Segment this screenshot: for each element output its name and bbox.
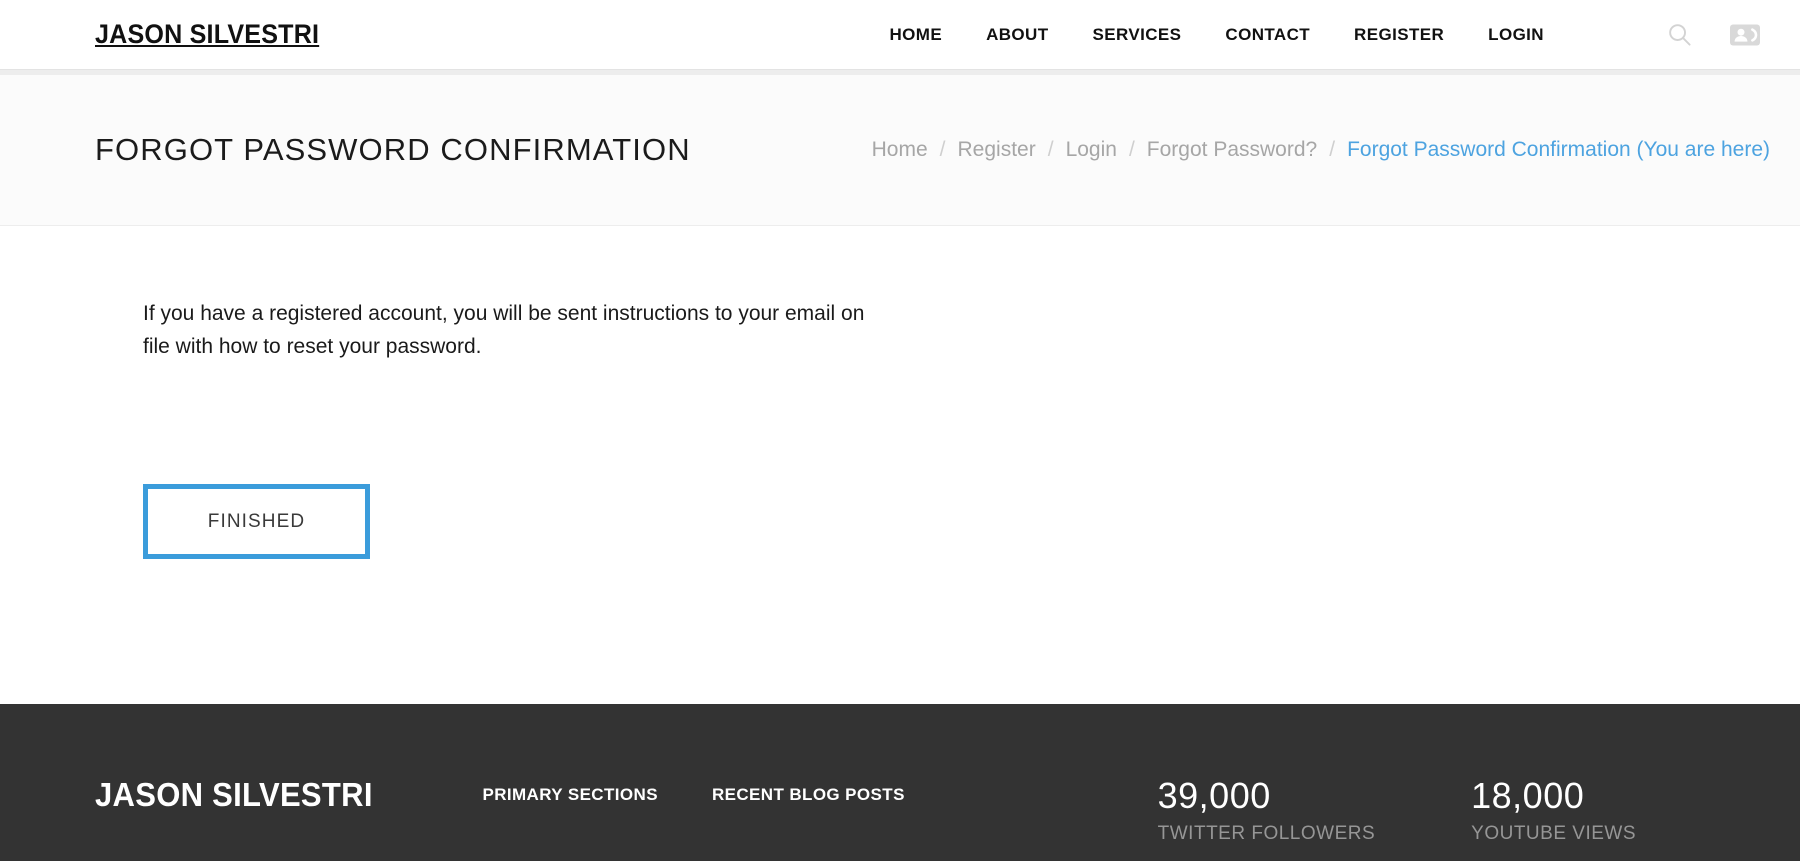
stat-twitter-followers: 39,000 TWITTER FOLLOWERS <box>1158 778 1376 845</box>
breadcrumb: Home / Register / Login / Forgot Passwor… <box>872 138 1770 162</box>
nav-item-about[interactable]: ABOUT <box>986 25 1048 45</box>
nav-item-services[interactable]: SERVICES <box>1093 25 1182 45</box>
footer-content: JASON SILVESTRI PRIMARY SECTIONS RECENT … <box>95 778 1760 845</box>
breadcrumb-separator: / <box>1329 138 1336 161</box>
primary-navigation: HOME ABOUT SERVICES CONTACT REGISTER LOG… <box>889 20 1760 50</box>
stat-value: 18,000 <box>1471 775 1585 816</box>
breadcrumb-separator: / <box>1047 138 1054 161</box>
nav-item-contact[interactable]: CONTACT <box>1225 25 1310 45</box>
stat-label: TWITTER FOLLOWERS <box>1157 823 1376 844</box>
site-footer: JASON SILVESTRI PRIMARY SECTIONS RECENT … <box>0 704 1800 861</box>
search-icon[interactable] <box>1664 20 1694 50</box>
breadcrumb-item-register[interactable]: Register <box>958 138 1036 162</box>
footer-heading-recent-blog-posts: RECENT BLOG POSTS <box>711 785 905 804</box>
site-logo[interactable]: JASON SILVESTRI <box>95 19 319 50</box>
confirmation-message: If you have a registered account, you wi… <box>143 302 865 358</box>
footer-stats: 39,000 TWITTER FOLLOWERS 18,000 YOUTUBE … <box>1158 778 1760 845</box>
breadcrumb-item-current: Forgot Password Confirmation (You are he… <box>1347 138 1770 161</box>
breadcrumb-item-login[interactable]: Login <box>1066 138 1117 162</box>
breadcrumb-separator: / <box>939 138 946 161</box>
breadcrumb-separator: / <box>1128 138 1135 161</box>
nav-item-register[interactable]: REGISTER <box>1354 25 1444 45</box>
stat-value: 39,000 <box>1157 775 1271 816</box>
breadcrumb-item-home[interactable]: Home <box>872 138 928 162</box>
page-title-bar: FORGOT PASSWORD CONFIRMATION Home / Regi… <box>0 75 1800 226</box>
breadcrumb-item-forgot-password[interactable]: Forgot Password? <box>1147 138 1317 162</box>
nav-item-home[interactable]: HOME <box>889 25 942 45</box>
main-content: If you have a registered account, you wi… <box>0 226 1800 704</box>
page-title: FORGOT PASSWORD CONFIRMATION <box>95 132 691 167</box>
header-icon-group <box>1664 20 1760 50</box>
finished-button[interactable]: FINISHED <box>143 484 370 560</box>
stat-label: YOUTUBE VIEWS <box>1471 823 1636 844</box>
footer-heading-primary-sections: PRIMARY SECTIONS <box>482 785 658 804</box>
footer-logo: JASON SILVESTRI <box>95 776 373 813</box>
nav-item-login[interactable]: LOGIN <box>1488 25 1544 45</box>
contact-card-icon[interactable] <box>1730 20 1760 50</box>
stat-youtube-views: 18,000 YOUTUBE VIEWS <box>1471 778 1636 845</box>
site-header: JASON SILVESTRI HOME ABOUT SERVICES CONT… <box>0 0 1800 69</box>
